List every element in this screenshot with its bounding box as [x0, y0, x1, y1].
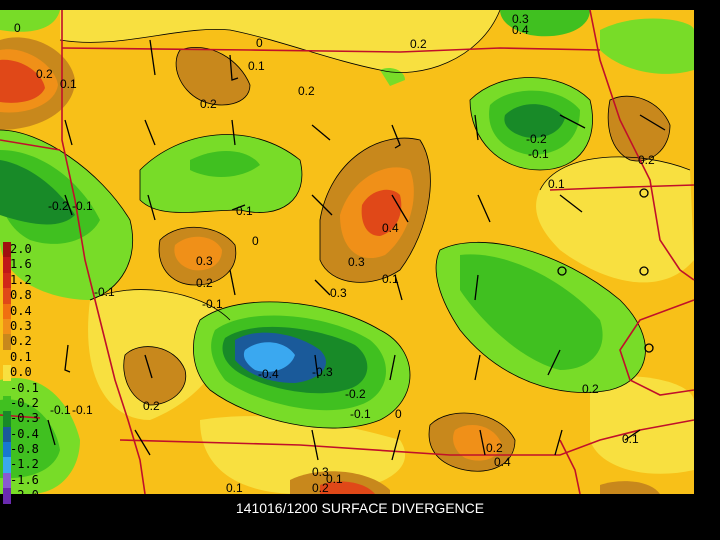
contour-label: 0.1	[60, 77, 77, 91]
legend-entry: -0.3	[0, 411, 50, 427]
contour-label: 0.1	[236, 204, 253, 218]
legend-entry: 0.2	[0, 334, 50, 350]
legend-entry: -0.2	[0, 395, 50, 412]
contour-label: -0.3	[312, 365, 333, 379]
legend-label: 0.3	[10, 318, 32, 333]
legend-label: 0.2	[10, 334, 32, 349]
contour-label: -0.1	[72, 403, 93, 417]
legend-label: -0.4	[10, 426, 39, 441]
contour-label: 0.2	[638, 153, 655, 167]
contour-label: 0.1	[248, 59, 265, 73]
legend-label: 0.0	[10, 365, 32, 380]
legend-entry: -0.4	[0, 426, 50, 443]
contour-label: -0.1	[94, 285, 115, 299]
legend-entry: 2.0	[0, 242, 50, 258]
contour-label: 0.1	[226, 481, 243, 495]
contour-label: 0.2	[410, 37, 427, 51]
contour-label: 0.1	[548, 177, 565, 191]
contour-label: 0.1	[382, 272, 399, 286]
contour-label: 0.3	[348, 255, 365, 269]
contour-label: 0.2	[312, 481, 329, 495]
contour-label: -0.1	[528, 147, 549, 161]
divergence-map-view: { "caption": "141016/1200 SURFACE DIVERG…	[0, 0, 720, 540]
contour-label: -0.1	[72, 199, 93, 213]
contour-label: -0.1	[50, 403, 71, 417]
legend-entry: 0.8	[0, 288, 50, 304]
legend-entry: -1.2	[0, 457, 50, 473]
legend-label: -1.6	[10, 472, 39, 487]
legend-entry: 1.2	[0, 272, 50, 289]
legend-entry: 0.3	[0, 318, 50, 335]
legend-label: -0.3	[10, 411, 39, 426]
contour-label: -0.1	[202, 297, 223, 311]
legend-label: 1.6	[10, 257, 32, 272]
contour-label: 0.1	[622, 432, 639, 446]
contour-label: -0.2	[345, 387, 366, 401]
legend-entry: 1.6	[0, 257, 50, 273]
contour-label: 0.2	[36, 67, 53, 81]
legend-label: 1.2	[10, 272, 32, 287]
color-legend: 2.0 1.6 1.2 0.8 0.4 0.3 0.2 0.1 0.0 -0.1 -0.2 -0.3-…	[0, 242, 50, 504]
contour-label: 0	[252, 234, 259, 248]
contour-label: 0.4	[494, 455, 511, 469]
legend-entry: 0.0	[0, 365, 50, 381]
legend-label: 2.0	[10, 242, 32, 256]
legend-label: 0.4	[10, 303, 32, 318]
contour-label: 0	[14, 21, 21, 35]
legend-entry: 0.1	[0, 349, 50, 366]
legend-entry: 0.4	[0, 303, 50, 319]
contour-label: 0.2	[200, 97, 217, 111]
map-caption: 141016/1200 SURFACE DIVERGENCE	[235, 500, 485, 516]
legend-label: 0.1	[10, 349, 32, 364]
legend-label: -0.8	[10, 442, 39, 457]
contour-label: 0.3	[196, 254, 213, 268]
contour-label: -0.4	[258, 367, 279, 381]
contour-label: 0	[395, 407, 402, 421]
legend-label: -1.2	[10, 457, 39, 472]
contour-label: 0.3	[330, 286, 347, 300]
legend-entry: -1.6	[0, 472, 50, 489]
contour-label: -0.1	[350, 407, 371, 421]
contour-label: 0.2	[582, 382, 599, 396]
legend-entry: -0.1	[0, 380, 50, 396]
legend-entry: -0.8	[0, 442, 50, 458]
contour-label: 0	[256, 36, 263, 50]
divergence-map: 0 0.2 0.1 0 0.2 0.1 0.2 0.2 -0.2 -0.1 0.…	[0, 9, 695, 495]
contour-label: 0.4	[512, 23, 529, 37]
contour-label: 0.4	[382, 221, 399, 235]
contour-label: -0.2	[48, 199, 69, 213]
contour-label: 0.2	[196, 276, 213, 290]
legend-label: -0.1	[10, 380, 39, 395]
contour-label: 0.2	[486, 441, 503, 455]
contour-label: 0.2	[298, 84, 315, 98]
contour-label: -0.2	[526, 132, 547, 146]
contour-label: 0.2	[143, 399, 160, 413]
legend-label: 0.8	[10, 288, 32, 303]
legend-label: -0.2	[10, 395, 39, 410]
